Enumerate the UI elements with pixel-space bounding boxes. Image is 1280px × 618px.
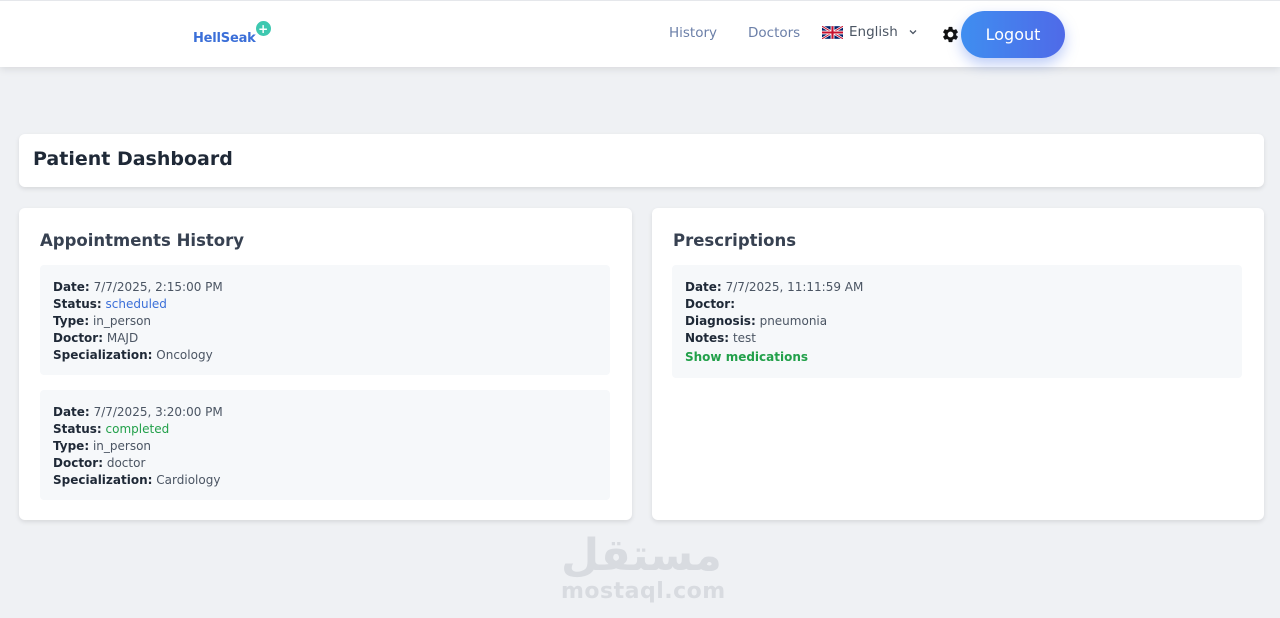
prescription-notes: test [732, 331, 756, 345]
doctor-label: Doctor: [53, 456, 104, 470]
prescription-diagnosis: pneumonia [759, 314, 828, 328]
status-label: Status: [53, 422, 102, 436]
specialization-label: Specialization: [53, 348, 153, 362]
appointment-doctor: doctor [106, 456, 146, 470]
appointment-doctor-row: Doctor: MAJD [53, 330, 597, 347]
appointment-date: 7/7/2025, 2:15:00 PM [93, 280, 223, 294]
chevron-down-icon [909, 30, 917, 35]
appointment-status-row: Status: completed [53, 421, 597, 438]
appointment-specialization: Cardiology [156, 473, 221, 487]
brand-name: HellSeak [193, 31, 256, 46]
appointment-item: Date: 7/7/2025, 3:20:00 PM Status: compl… [40, 390, 610, 500]
watermark: مستقل mostaql.com [561, 530, 726, 613]
page-title-card: Patient Dashboard [19, 134, 1264, 187]
appointment-status-row: Status: scheduled [53, 296, 597, 313]
watermark-latin: mostaql.com [561, 579, 726, 604]
date-label: Date: [53, 405, 90, 419]
show-medications-link[interactable]: Show medications [685, 349, 1229, 366]
appointment-date: 7/7/2025, 3:20:00 PM [93, 405, 223, 419]
appointment-specialization: Oncology [156, 348, 213, 362]
appointment-type-row: Type: in_person [53, 313, 597, 330]
uk-flag-icon [822, 25, 843, 39]
notes-label: Notes: [685, 331, 730, 345]
prescription-diagnosis-row: Diagnosis: pneumonia [685, 313, 1229, 330]
appointment-specialization-row: Specialization: Oncology [53, 347, 597, 364]
appointment-specialization-row: Specialization: Cardiology [53, 472, 597, 489]
appointment-date-row: Date: 7/7/2025, 3:20:00 PM [53, 404, 597, 421]
status-badge: scheduled [105, 297, 167, 311]
appointments-title: Appointments History [40, 231, 245, 250]
top-navbar: HellSeak + History Doctors English Logou… [0, 0, 1280, 67]
appointment-type: in_person [92, 439, 152, 453]
date-label: Date: [53, 280, 90, 294]
appointment-item: Date: 7/7/2025, 2:15:00 PM Status: sched… [40, 265, 610, 375]
prescription-notes-row: Notes: test [685, 330, 1229, 347]
prescription-doctor-row: Doctor: [685, 296, 1229, 313]
type-label: Type: [53, 314, 90, 328]
status-label: Status: [53, 297, 102, 311]
prescriptions-title: Prescriptions [673, 231, 797, 250]
diagnosis-label: Diagnosis: [685, 314, 756, 328]
nav-doctors-link[interactable]: Doctors [748, 25, 800, 41]
date-label: Date: [685, 280, 722, 294]
prescription-item: Date: 7/7/2025, 11:11:59 AM Doctor: Diag… [672, 265, 1242, 378]
plus-icon: + [255, 21, 271, 36]
prescriptions-card: Prescriptions Date: 7/7/2025, 11:11:59 A… [652, 208, 1264, 520]
appointment-date-row: Date: 7/7/2025, 2:15:00 PM [53, 279, 597, 296]
appointment-type-row: Type: in_person [53, 438, 597, 455]
page-title: Patient Dashboard [33, 148, 233, 170]
nav-history-link[interactable]: History [669, 25, 717, 41]
brand-logo[interactable]: HellSeak + [193, 21, 271, 51]
status-badge: completed [105, 422, 170, 436]
appointment-doctor-row: Doctor: doctor [53, 455, 597, 472]
specialization-label: Specialization: [53, 473, 153, 487]
appointments-card: Appointments History Date: 7/7/2025, 2:1… [19, 208, 632, 520]
language-label: English [849, 24, 898, 40]
language-selector[interactable]: English [822, 24, 918, 40]
logout-button[interactable]: Logout [961, 11, 1065, 58]
gear-icon[interactable] [941, 25, 960, 44]
prescription-date-row: Date: 7/7/2025, 11:11:59 AM [685, 279, 1229, 296]
doctor-label: Doctor: [685, 297, 736, 311]
appointment-doctor: MAJD [106, 331, 139, 345]
watermark-arabic: مستقل [561, 530, 722, 581]
doctor-label: Doctor: [53, 331, 104, 345]
appointment-type: in_person [92, 314, 152, 328]
type-label: Type: [53, 439, 90, 453]
prescription-date: 7/7/2025, 11:11:59 AM [725, 280, 864, 294]
